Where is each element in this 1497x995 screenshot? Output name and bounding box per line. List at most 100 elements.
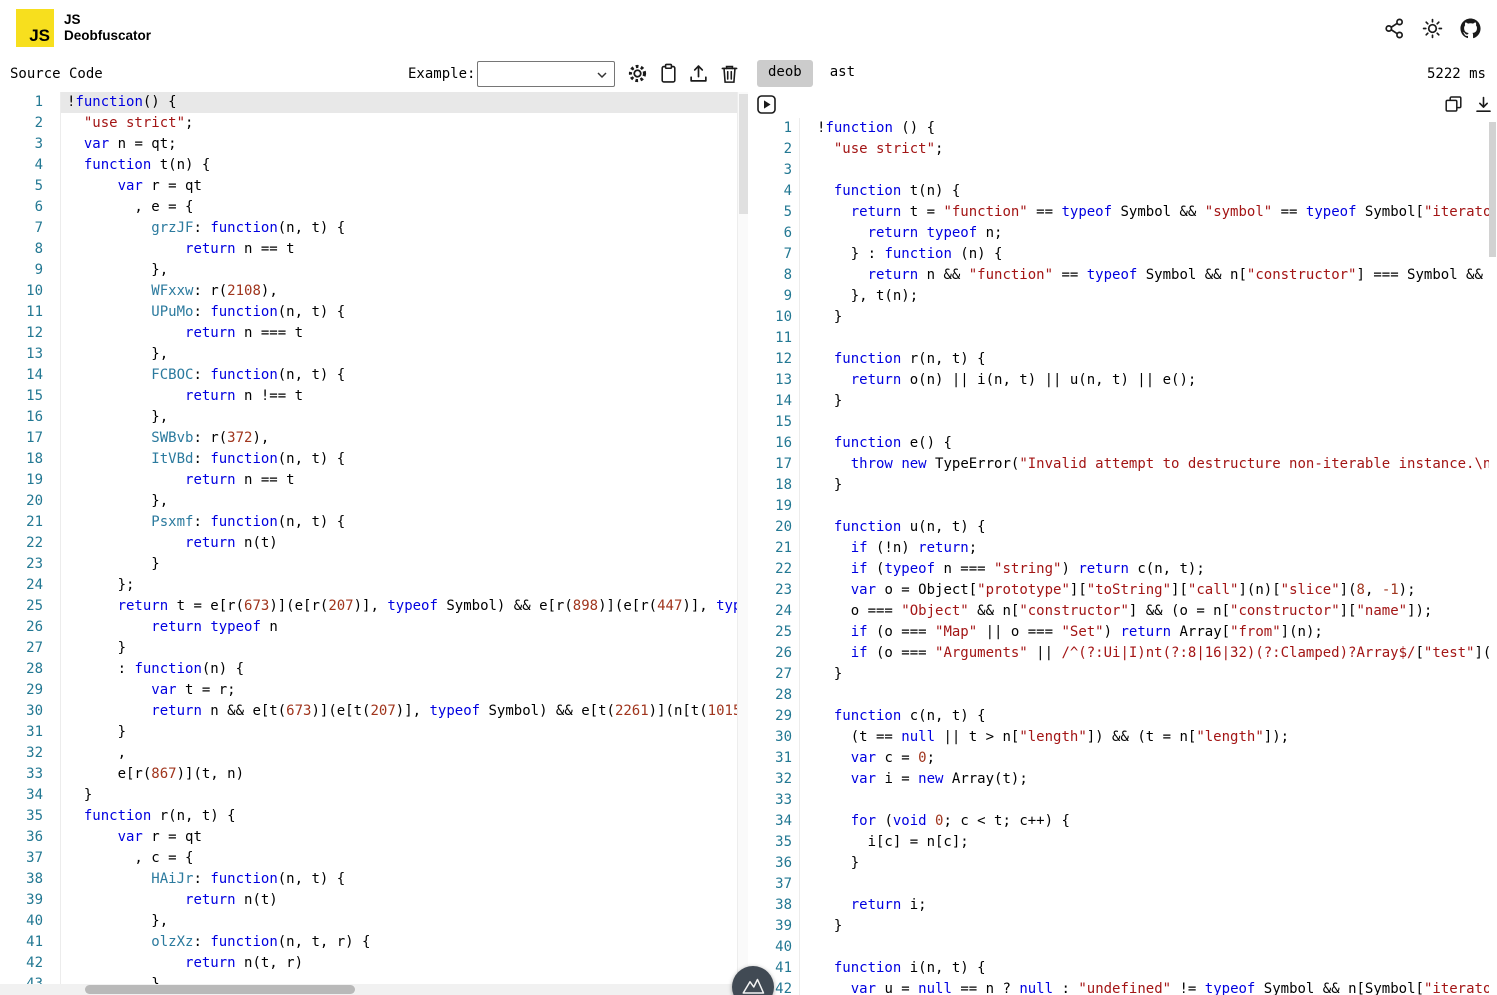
source-horizontal-scrollbar-thumb[interactable]: [85, 985, 355, 994]
code-line[interactable]: 18 }: [770, 475, 1497, 496]
code-line[interactable]: 30 (t == null || t > n["length"]) && (t …: [770, 727, 1497, 748]
upload-icon[interactable]: [688, 63, 709, 84]
code-line[interactable]: 23 }: [0, 554, 748, 575]
code-line[interactable]: 22 return n(t): [0, 533, 748, 554]
code-line[interactable]: 28 : function(n) {: [0, 659, 748, 680]
code-line[interactable]: 33: [770, 790, 1497, 811]
code-line[interactable]: 38 return i;: [770, 895, 1497, 916]
paste-icon[interactable]: [658, 63, 679, 84]
code-line[interactable]: 4 function t(n) {: [770, 181, 1497, 202]
code-line[interactable]: 42 var u = null == n ? null : "undefined…: [770, 979, 1497, 995]
code-line[interactable]: 6 , e = {: [0, 197, 748, 218]
code-line[interactable]: 29 var t = r;: [0, 680, 748, 701]
source-vertical-scrollbar-thumb[interactable]: [739, 94, 748, 214]
code-line[interactable]: 27 }: [770, 664, 1497, 685]
code-line[interactable]: 27 }: [0, 638, 748, 659]
code-line[interactable]: 19 return n == t: [0, 470, 748, 491]
code-line[interactable]: 37: [770, 874, 1497, 895]
github-icon[interactable]: [1460, 18, 1481, 39]
code-line[interactable]: 21 if (!n) return;: [770, 538, 1497, 559]
example-select[interactable]: [477, 61, 615, 87]
code-line[interactable]: 41 function i(n, t) {: [770, 958, 1497, 979]
code-line[interactable]: 20 },: [0, 491, 748, 512]
code-line[interactable]: 11: [770, 328, 1497, 349]
code-line[interactable]: 1!function () {: [770, 118, 1497, 139]
code-line[interactable]: 16 function e() {: [770, 433, 1497, 454]
copy-icon[interactable]: [1444, 95, 1463, 114]
code-line[interactable]: 26 return typeof n: [0, 617, 748, 638]
code-line[interactable]: 12 return n === t: [0, 323, 748, 344]
source-editor[interactable]: 1!function() {2 "use strict";3 var n = q…: [0, 92, 748, 995]
code-line[interactable]: 13 return o(n) || i(n, t) || u(n, t) || …: [770, 370, 1497, 391]
code-line[interactable]: 36 }: [770, 853, 1497, 874]
code-line[interactable]: 20 function u(n, t) {: [770, 517, 1497, 538]
code-line[interactable]: 7 } : function (n) {: [770, 244, 1497, 265]
code-line[interactable]: 17 throw new TypeError("Invalid attempt …: [770, 454, 1497, 475]
code-line[interactable]: 24 o === "Object" && n["constructor"] &&…: [770, 601, 1497, 622]
trash-icon[interactable]: [719, 63, 740, 84]
mountain-badge[interactable]: [732, 966, 774, 995]
code-line[interactable]: 21 Psxmf: function(n, t) {: [0, 512, 748, 533]
code-line[interactable]: 8 return n == t: [0, 239, 748, 260]
code-line[interactable]: 5 var r = qt: [0, 176, 748, 197]
code-line[interactable]: 31 }: [0, 722, 748, 743]
code-line[interactable]: 4 function t(n) {: [0, 155, 748, 176]
run-button[interactable]: [757, 95, 776, 114]
code-line[interactable]: 34 for (void 0; c < t; c++) {: [770, 811, 1497, 832]
code-line[interactable]: 37 , c = {: [0, 848, 748, 869]
code-line[interactable]: 9 }, t(n);: [770, 286, 1497, 307]
code-line[interactable]: 2 "use strict";: [0, 113, 748, 134]
tab-deob[interactable]: deob: [757, 60, 813, 87]
code-line[interactable]: 35 i[c] = n[c];: [770, 832, 1497, 853]
settings-icon[interactable]: [627, 63, 648, 84]
code-line[interactable]: 25 return t = e[r(673)](e[r(207)], typeo…: [0, 596, 748, 617]
code-line[interactable]: 29 function c(n, t) {: [770, 706, 1497, 727]
code-line[interactable]: 15 return n !== t: [0, 386, 748, 407]
code-line[interactable]: 10 WFxxw: r(2108),: [0, 281, 748, 302]
code-line[interactable]: 23 var o = Object["prototype"]["toString…: [770, 580, 1497, 601]
code-line[interactable]: 24 };: [0, 575, 748, 596]
code-line[interactable]: 22 if (typeof n === "string") return c(n…: [770, 559, 1497, 580]
code-line[interactable]: 3 var n = qt;: [0, 134, 748, 155]
code-line[interactable]: 40: [770, 937, 1497, 958]
code-line[interactable]: 3: [770, 160, 1497, 181]
code-line[interactable]: 38 HAiJr: function(n, t) {: [0, 869, 748, 890]
code-line[interactable]: 13 },: [0, 344, 748, 365]
code-line[interactable]: 32 var i = new Array(t);: [770, 769, 1497, 790]
code-line[interactable]: 39 }: [770, 916, 1497, 937]
code-line[interactable]: 2 "use strict";: [770, 139, 1497, 160]
code-line[interactable]: 6 return typeof n;: [770, 223, 1497, 244]
code-line[interactable]: 11 UPuMo: function(n, t) {: [0, 302, 748, 323]
tab-ast[interactable]: ast: [819, 60, 866, 87]
code-line[interactable]: 42 return n(t, r): [0, 953, 748, 974]
code-line[interactable]: 15: [770, 412, 1497, 433]
download-icon[interactable]: [1474, 95, 1493, 114]
output-vertical-scrollbar-thumb[interactable]: [1489, 122, 1496, 257]
code-line[interactable]: 10 }: [770, 307, 1497, 328]
code-line[interactable]: 28: [770, 685, 1497, 706]
code-line[interactable]: 41 olzXz: function(n, t, r) {: [0, 932, 748, 953]
code-line[interactable]: 1!function() {: [0, 92, 748, 113]
code-line[interactable]: 40 },: [0, 911, 748, 932]
code-line[interactable]: 17 SWBvb: r(372),: [0, 428, 748, 449]
code-line[interactable]: 25 if (o === "Map" || o === "Set") retur…: [770, 622, 1497, 643]
code-line[interactable]: 8 return n && "function" == typeof Symbo…: [770, 265, 1497, 286]
code-line[interactable]: 31 var c = 0;: [770, 748, 1497, 769]
code-line[interactable]: 26 if (o === "Arguments" || /^(?:Ui|I)nt…: [770, 643, 1497, 664]
code-line[interactable]: 33 e[r(867)](t, n): [0, 764, 748, 785]
code-line[interactable]: 32 ,: [0, 743, 748, 764]
code-line[interactable]: 14 }: [770, 391, 1497, 412]
code-line[interactable]: 16 },: [0, 407, 748, 428]
theme-icon[interactable]: [1422, 18, 1443, 39]
code-line[interactable]: 39 return n(t): [0, 890, 748, 911]
code-line[interactable]: 19: [770, 496, 1497, 517]
code-line[interactable]: 5 return t = "function" == typeof Symbol…: [770, 202, 1497, 223]
output-editor[interactable]: 1!function () {2 "use strict";34 functio…: [770, 118, 1497, 995]
code-line[interactable]: 34 }: [0, 785, 748, 806]
code-line[interactable]: 12 function r(n, t) {: [770, 349, 1497, 370]
code-line[interactable]: 7 grzJF: function(n, t) {: [0, 218, 748, 239]
code-line[interactable]: 36 var r = qt: [0, 827, 748, 848]
code-line[interactable]: 14 FCBOC: function(n, t) {: [0, 365, 748, 386]
code-line[interactable]: 9 },: [0, 260, 748, 281]
code-line[interactable]: 18 ItVBd: function(n, t) {: [0, 449, 748, 470]
